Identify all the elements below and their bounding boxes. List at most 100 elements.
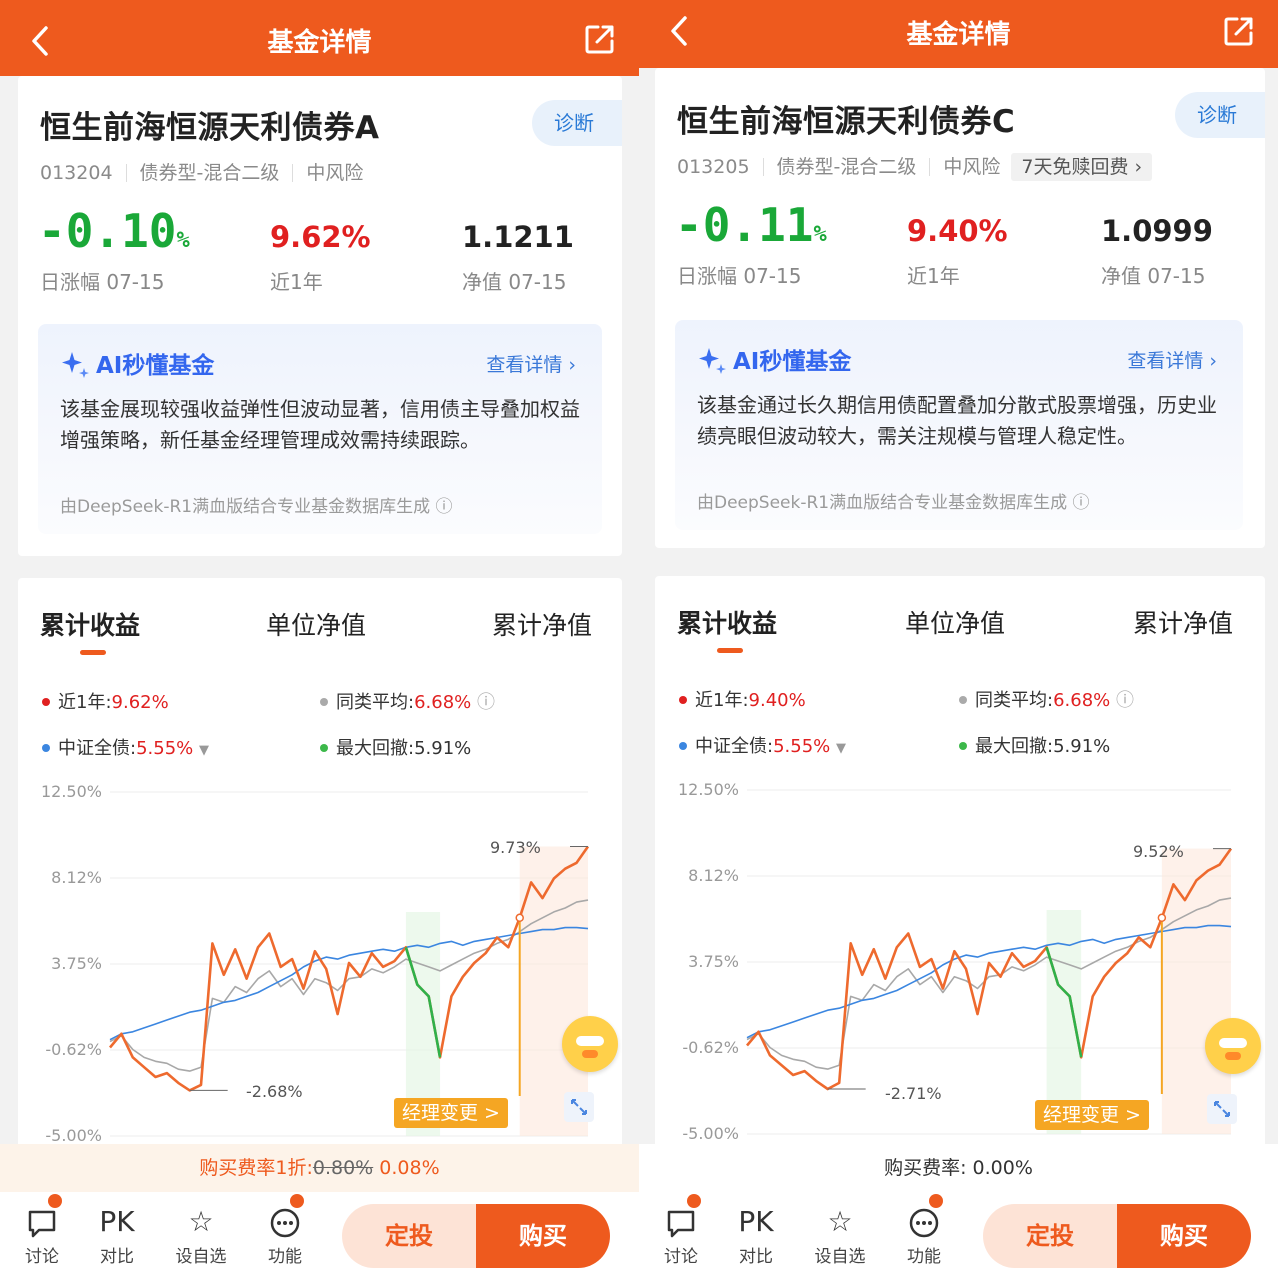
year-return-value: 9.62% — [270, 220, 371, 254]
return-chart[interactable] — [655, 576, 1265, 1156]
y-tick-label: 3.75% — [51, 954, 102, 973]
fund-type: 债券型-混合二级 — [776, 156, 917, 178]
mascot-icon[interactable] — [562, 1016, 618, 1072]
expand-icon[interactable] — [1207, 1094, 1237, 1124]
nav-value: 1.1211 — [462, 220, 574, 254]
year-return-label: 近1年 — [907, 264, 960, 288]
star-icon: ☆ — [827, 1205, 853, 1238]
compare-button[interactable]: PK 对比 — [733, 1202, 779, 1267]
pk-icon: PK — [738, 1205, 774, 1238]
info-icon[interactable]: ⓘ — [436, 497, 453, 517]
fund-meta: 013205 债券型-混合二级 中风险 7天免赎回费 › — [677, 152, 1153, 181]
sparkle-icon — [699, 348, 726, 374]
view-details-link[interactable]: 查看详情 › — [486, 350, 576, 377]
series-line-fund — [746, 847, 1233, 1091]
daily-change-label: 日涨幅 07-15 — [677, 264, 802, 288]
max-value-label: 9.73% — [490, 838, 541, 857]
auto-invest-button[interactable]: 定投 — [342, 1204, 476, 1268]
manager-change-point — [1157, 913, 1167, 923]
redemption-fee-tag[interactable]: 7天免赎回费 › — [1011, 153, 1153, 181]
add-watchlist-button[interactable]: ☆ 设自选 — [170, 1202, 232, 1267]
sparkle-icon — [62, 352, 89, 378]
auto-invest-button[interactable]: 定投 — [983, 1204, 1117, 1268]
discuss-button[interactable]: 讨论 — [20, 1202, 64, 1267]
chart-card: 累计收益 单位净值 累计净值 近1年:9.62% 同类平均:6.68% ⓘ 中证… — [18, 578, 622, 1158]
function-button[interactable]: 功能 — [262, 1202, 308, 1267]
mascot-icon[interactable] — [1205, 1018, 1261, 1074]
fund-type: 债券型-混合二级 — [139, 162, 280, 184]
nav-value: 1.0999 — [1101, 214, 1213, 248]
info-icon[interactable]: ⓘ — [1073, 493, 1090, 513]
diagnose-button[interactable]: 诊断 — [532, 100, 622, 146]
y-tick-label: -5.00% — [682, 1124, 739, 1143]
buy-button[interactable]: 购买 — [476, 1204, 610, 1268]
ai-title: AI秒懂基金 — [96, 353, 215, 379]
nav-label: 净值 07-15 — [1101, 264, 1206, 288]
fund-detail-panel-a: 基金详情 恒生前海恒源天利债券A 诊断 013204 债券型-混合二级 中风险 -0… — [0, 0, 639, 1278]
discuss-button[interactable]: 讨论 — [659, 1202, 703, 1267]
daily-change-value: -0.10% — [38, 204, 190, 258]
fund-code: 013205 — [677, 156, 750, 178]
header-bar: 基金详情 — [0, 0, 639, 76]
manager-change-tag[interactable]: 经理变更 > — [1035, 1100, 1149, 1130]
notification-dot — [687, 1194, 701, 1208]
max-value-label: 9.52% — [1133, 842, 1184, 861]
function-button[interactable]: 功能 — [901, 1202, 947, 1267]
fund-meta: 013204 债券型-混合二级 中风险 — [40, 158, 363, 185]
notification-dot — [290, 1194, 304, 1208]
bottom-action-bar: 讨论 PK 对比 ☆ 设自选 功能 定投 购买 — [639, 1192, 1278, 1278]
action-buttons: 定投 购买 — [983, 1204, 1251, 1268]
purchase-fee-bar: 购买费率1折:0.80% 0.08% — [0, 1144, 639, 1196]
y-tick-label: 8.12% — [688, 866, 739, 885]
series-line-benchmark — [746, 924, 1232, 1039]
manager-change-point — [515, 913, 524, 923]
bottom-action-bar: 讨论 PK 对比 ☆ 设自选 功能 定投 购买 — [0, 1192, 639, 1278]
chat-icon — [20, 1202, 64, 1242]
header-bar: 基金详情 — [639, 0, 1278, 68]
expand-icon[interactable] — [564, 1092, 594, 1122]
y-tick-label: 12.50% — [40, 782, 102, 801]
y-tick-label: -5.00% — [45, 1126, 102, 1145]
purchase-fee-bar: 购买费率: 0.00% — [639, 1144, 1278, 1196]
year-return-label: 近1年 — [270, 270, 323, 294]
page-title: 基金详情 — [267, 28, 372, 58]
compare-button[interactable]: PK 对比 — [94, 1202, 140, 1267]
pk-icon: PK — [99, 1205, 135, 1238]
y-tick-label: -0.62% — [45, 1040, 102, 1059]
buy-button[interactable]: 购买 — [1117, 1204, 1251, 1268]
manager-change-tag[interactable]: 经理变更 > — [394, 1098, 508, 1128]
fund-risk: 中风险 — [306, 162, 364, 184]
diagnose-button[interactable]: 诊断 — [1175, 92, 1265, 138]
more-icon — [262, 1202, 308, 1242]
share-icon[interactable] — [583, 22, 617, 56]
chart-card: 累计收益 单位净值 累计净值 近1年:9.40% 同类平均:6.68% ⓘ 中证… — [655, 576, 1265, 1156]
y-tick-label: -0.62% — [682, 1038, 739, 1057]
share-icon[interactable] — [1222, 14, 1256, 48]
ai-summary-box: AI秒懂基金 查看详情 › 该基金通过长久期信用债配置叠加分散式股票增强，历史业… — [675, 320, 1243, 530]
add-watchlist-button[interactable]: ☆ 设自选 — [809, 1202, 871, 1267]
ai-footer: 由DeepSeek-R1满血版结合专业基金数据库生成 ⓘ — [697, 493, 1090, 513]
chevron-right-icon: › — [568, 354, 576, 376]
nav-label: 净值 07-15 — [462, 270, 567, 294]
ai-summary-text: 该基金展现较强收益弹性但波动显著，信用债主导叠加权益增强策略，新任基金经理管理成… — [60, 397, 580, 452]
fund-name: 恒生前海恒源天利债券A — [40, 110, 380, 146]
fund-code: 013204 — [40, 162, 113, 184]
ai-footer: 由DeepSeek-R1满血版结合专业基金数据库生成 ⓘ — [60, 497, 453, 517]
daily-change-value: -0.11% — [675, 198, 827, 252]
view-details-link[interactable]: 查看详情 › — [1127, 346, 1217, 373]
year-return-value: 9.40% — [907, 214, 1008, 248]
ai-title: AI秒懂基金 — [733, 349, 852, 375]
daily-change-label: 日涨幅 07-15 — [40, 270, 165, 294]
chat-icon — [659, 1202, 703, 1242]
action-buttons: 定投 购买 — [342, 1204, 610, 1268]
chevron-right-icon: › — [1209, 350, 1217, 372]
notification-dot — [48, 1194, 62, 1208]
notification-dot — [929, 1194, 943, 1208]
page-title: 基金详情 — [906, 20, 1011, 50]
y-tick-label: 8.12% — [51, 868, 102, 887]
min-value-label: -2.71% — [885, 1084, 942, 1103]
return-chart[interactable] — [18, 578, 622, 1158]
y-tick-label: 3.75% — [688, 952, 739, 971]
series-line-benchmark — [109, 926, 589, 1041]
ai-summary-text: 该基金通过长久期信用债配置叠加分散式股票增强，历史业绩亮眼但波动较大，需关注规模… — [697, 393, 1217, 448]
